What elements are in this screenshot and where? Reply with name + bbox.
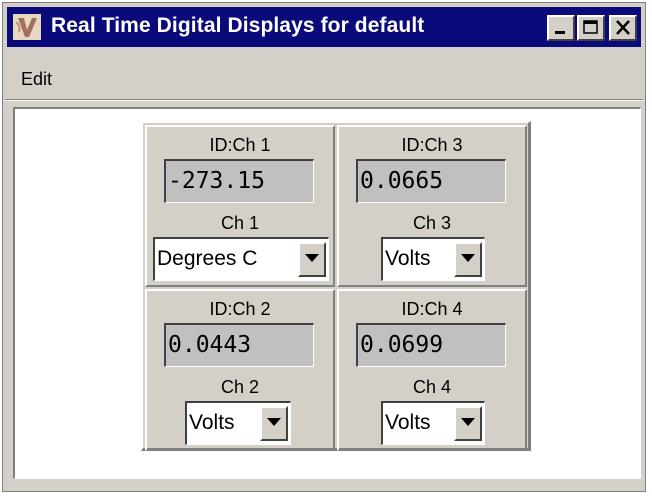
channel-name-label: Ch 2 [220, 377, 260, 397]
channel-name-label: Ch 3 [412, 213, 452, 233]
app-window: Real Time Digital Displays for default E… [2, 2, 646, 492]
unit-select-value: Volts [385, 411, 431, 434]
unit-select-button[interactable] [454, 242, 482, 277]
menu-separator [5, 99, 643, 101]
channel-id-label: ID:Ch 2 [209, 299, 271, 319]
channel-name-label: Ch 4 [412, 377, 452, 397]
unit-select[interactable]: Volts [381, 237, 485, 281]
channel-value-display: 0.0665 [356, 159, 506, 203]
maximize-icon [583, 20, 598, 34]
chevron-down-icon [267, 418, 281, 426]
channel-name-label: Ch 1 [220, 213, 260, 233]
unit-select-value: Volts [189, 411, 235, 434]
window-title: Real Time Digital Displays for default [51, 14, 425, 37]
app-logo-icon[interactable] [13, 14, 41, 40]
unit-select-button[interactable] [260, 406, 288, 441]
display-area: ID:Ch 1 -273.15 Ch 1 Degrees C ID:Ch 3 0… [13, 107, 641, 479]
close-icon [616, 20, 630, 35]
channel-id-label: ID:Ch 1 [209, 135, 271, 155]
channel-panel-1: ID:Ch 1 -273.15 Ch 1 Degrees C [145, 125, 335, 287]
minimize-icon [555, 31, 565, 34]
channel-panel-3: ID:Ch 3 0.0665 Ch 3 Volts [337, 125, 527, 287]
channel-id-label: ID:Ch 3 [401, 135, 463, 155]
channel-panel-2: ID:Ch 2 0.0443 Ch 2 Volts [145, 289, 335, 451]
chevron-down-icon [305, 254, 319, 262]
unit-select-button[interactable] [298, 242, 326, 277]
minimize-button[interactable] [547, 15, 575, 41]
menu-edit[interactable]: Edit [21, 69, 52, 90]
unit-select[interactable]: Degrees C [153, 237, 329, 281]
channel-value-display: -273.15 [164, 159, 314, 203]
channel-value-display: 0.0699 [356, 323, 506, 367]
channel-value-display: 0.0443 [164, 323, 314, 367]
chevron-down-icon [461, 418, 475, 426]
maximize-button[interactable] [577, 15, 605, 41]
channel-id-label: ID:Ch 4 [401, 299, 463, 319]
chevron-down-icon [461, 254, 475, 262]
unit-select[interactable]: Volts [185, 401, 291, 445]
menu-bar: Edit [7, 49, 641, 89]
channel-panel-4: ID:Ch 4 0.0699 Ch 4 Volts [337, 289, 527, 451]
unit-select[interactable]: Volts [381, 401, 485, 445]
unit-select-button[interactable] [454, 406, 482, 441]
close-button[interactable] [609, 15, 637, 41]
unit-select-value: Degrees C [157, 247, 258, 270]
title-bar[interactable]: Real Time Digital Displays for default [7, 7, 641, 47]
unit-select-value: Volts [385, 247, 431, 270]
channel-grid: ID:Ch 1 -273.15 Ch 1 Degrees C ID:Ch 3 0… [141, 121, 531, 451]
